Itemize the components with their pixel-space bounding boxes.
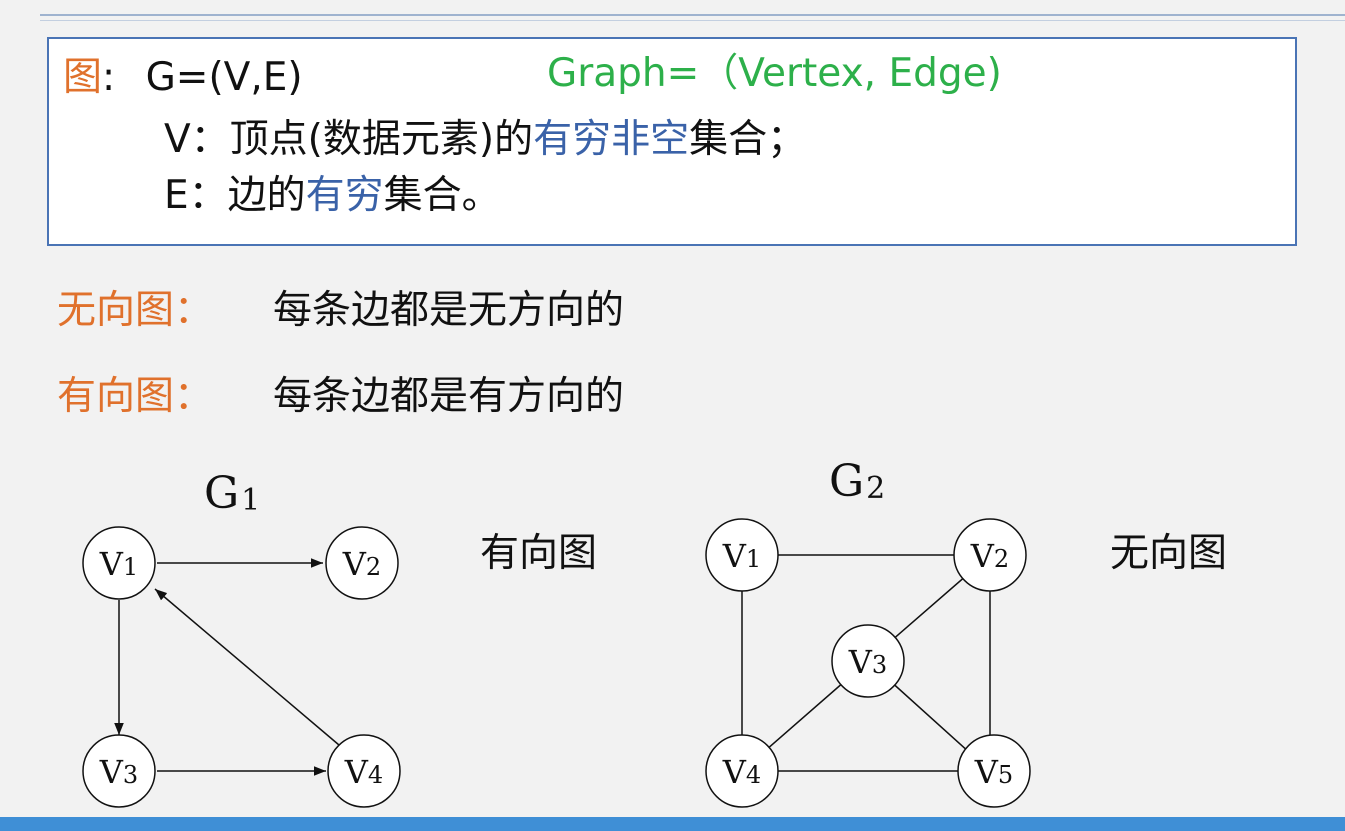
g2-type-label: 无向图 xyxy=(1110,531,1227,576)
g1-vertex-v1: V1 xyxy=(82,526,156,600)
g1-edge-v4-v1 xyxy=(154,588,340,746)
graph-diagrams: G1 V1 V2 V3 V4 有向图 G2 V1 V2 V3 V4 V5 无向图 xyxy=(82,456,1227,808)
g2-vertex-v1: V1 xyxy=(705,518,779,592)
g1-vertex-v4: V4 xyxy=(327,734,401,808)
g2-title: G2 xyxy=(829,456,885,507)
g1-title: G1 xyxy=(204,468,260,519)
g2-vertex-v2: V2 xyxy=(953,518,1027,592)
bottom-bar xyxy=(0,817,1345,831)
g2-vertex-v3: V3 xyxy=(831,624,905,698)
g1-vertex-v2: V2 xyxy=(325,526,399,600)
g2-vertex-v5: V5 xyxy=(957,734,1031,808)
g1-type-label: 有向图 xyxy=(480,531,597,576)
g2-vertex-v4: V4 xyxy=(705,734,779,808)
g1-vertex-v3: V3 xyxy=(82,734,156,808)
